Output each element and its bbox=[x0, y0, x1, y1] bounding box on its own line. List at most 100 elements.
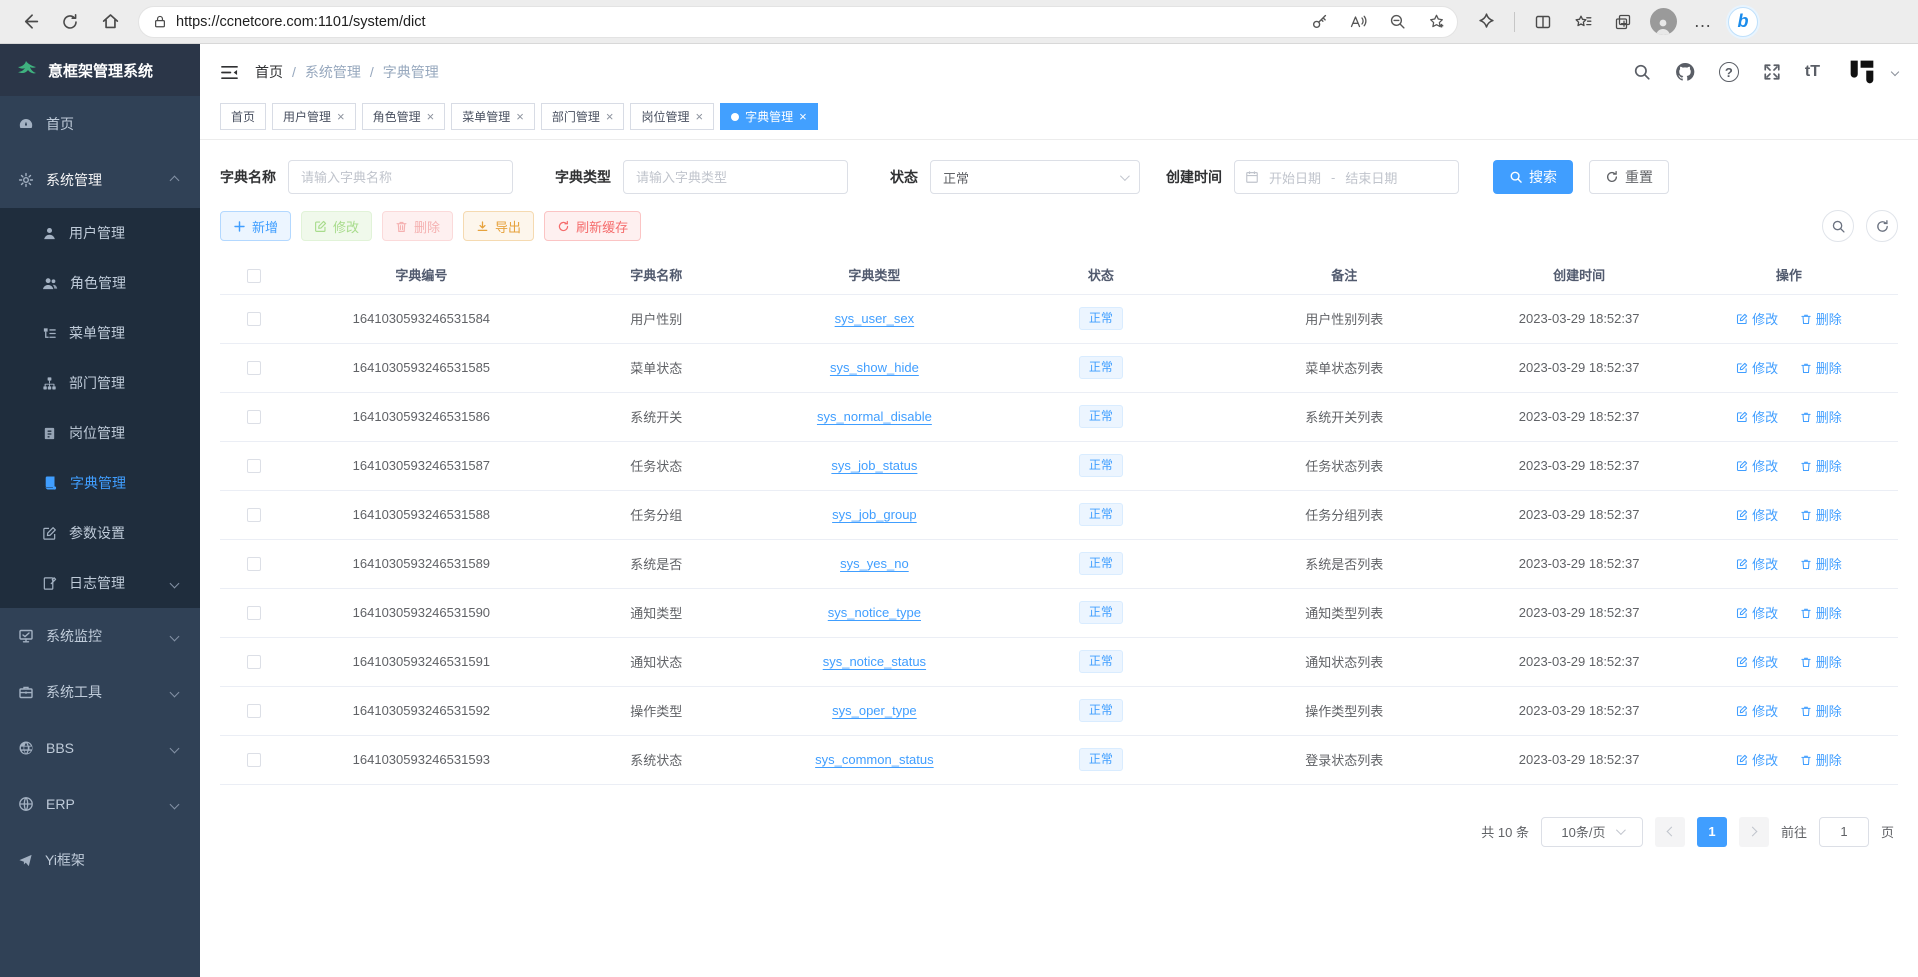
select-all-checkbox[interactable] bbox=[247, 269, 261, 283]
browser-home-button[interactable] bbox=[92, 5, 128, 39]
row-checkbox[interactable] bbox=[247, 557, 261, 571]
row-delete-button[interactable]: 删除 bbox=[1800, 603, 1842, 622]
row-edit-button[interactable]: 修改 bbox=[1736, 407, 1778, 426]
tab-role[interactable]: 角色管理 × bbox=[362, 103, 446, 130]
password-manager-button[interactable] bbox=[1304, 8, 1334, 36]
row-edit-button[interactable]: 修改 bbox=[1736, 309, 1778, 328]
dict-type-link[interactable]: sys_show_hide bbox=[830, 360, 919, 375]
row-checkbox[interactable] bbox=[247, 361, 261, 375]
row-delete-button[interactable]: 删除 bbox=[1800, 750, 1842, 769]
row-edit-button[interactable]: 修改 bbox=[1736, 603, 1778, 622]
collapse-sidebar-button[interactable] bbox=[220, 64, 239, 81]
row-delete-button[interactable]: 删除 bbox=[1800, 309, 1842, 328]
add-favorite-button[interactable] bbox=[1421, 8, 1451, 36]
header-search-button[interactable] bbox=[1633, 63, 1651, 81]
breadcrumb-home[interactable]: 首页 bbox=[255, 62, 283, 82]
tab-post[interactable]: 岗位管理 × bbox=[630, 103, 714, 130]
refresh-cache-button[interactable]: 刷新缓存 bbox=[544, 211, 641, 241]
search-button[interactable]: 搜索 bbox=[1493, 160, 1573, 194]
row-edit-button[interactable]: 修改 bbox=[1736, 456, 1778, 475]
collections-button[interactable] bbox=[1605, 5, 1641, 39]
tab-home[interactable]: 首页 bbox=[220, 103, 266, 130]
sidebar-item-tools[interactable]: 系统工具 bbox=[0, 664, 200, 720]
reset-button[interactable]: 重置 bbox=[1589, 160, 1669, 194]
current-page-button[interactable]: 1 bbox=[1697, 817, 1727, 847]
sidebar-item-log[interactable]: 日志管理 bbox=[0, 558, 200, 608]
row-edit-button[interactable]: 修改 bbox=[1736, 750, 1778, 769]
row-checkbox[interactable] bbox=[247, 753, 261, 767]
zoom-out-button[interactable] bbox=[1382, 8, 1412, 36]
breadcrumb-system[interactable]: 系统管理 bbox=[305, 62, 361, 82]
font-size-button[interactable]: tT bbox=[1805, 63, 1820, 81]
sidebar-item-role[interactable]: 角色管理 bbox=[0, 258, 200, 308]
row-checkbox[interactable] bbox=[247, 655, 261, 669]
sidebar-item-erp[interactable]: ERP bbox=[0, 776, 200, 832]
app-brand[interactable]: 意框架管理系统 bbox=[0, 44, 200, 96]
row-delete-button[interactable]: 删除 bbox=[1800, 554, 1842, 573]
dict-type-link[interactable]: sys_notice_type bbox=[828, 605, 921, 620]
sidebar-item-dict[interactable]: 字典管理 bbox=[0, 458, 200, 508]
dict-type-link[interactable]: sys_job_status bbox=[831, 458, 917, 473]
tab-user[interactable]: 用户管理 × bbox=[272, 103, 356, 130]
dict-type-link[interactable]: sys_notice_status bbox=[823, 654, 926, 669]
dict-type-input[interactable] bbox=[623, 160, 848, 194]
help-button[interactable]: ? bbox=[1719, 62, 1739, 82]
dict-type-link[interactable]: sys_oper_type bbox=[832, 703, 917, 718]
date-range-picker[interactable]: 开始日期 - 结束日期 bbox=[1234, 160, 1459, 194]
close-tab-icon[interactable]: × bbox=[516, 110, 524, 123]
dict-type-link[interactable]: sys_yes_no bbox=[840, 556, 909, 571]
row-checkbox[interactable] bbox=[247, 704, 261, 718]
sidebar-item-user[interactable]: 用户管理 bbox=[0, 208, 200, 258]
row-edit-button[interactable]: 修改 bbox=[1736, 554, 1778, 573]
sidebar-item-monitor[interactable]: 系统监控 bbox=[0, 608, 200, 664]
sidebar-item-home[interactable]: 首页 bbox=[0, 96, 200, 152]
sidebar-item-system[interactable]: 系统管理 bbox=[0, 152, 200, 208]
next-page-button[interactable] bbox=[1739, 817, 1769, 847]
fullscreen-button[interactable] bbox=[1763, 63, 1781, 81]
tab-dept[interactable]: 部门管理 × bbox=[541, 103, 625, 130]
edit-button[interactable]: 修改 bbox=[301, 211, 372, 241]
close-tab-icon[interactable]: × bbox=[337, 110, 345, 123]
browser-extensions-button[interactable] bbox=[1468, 5, 1504, 39]
user-logo[interactable] bbox=[1844, 54, 1880, 90]
row-edit-button[interactable]: 修改 bbox=[1736, 652, 1778, 671]
browser-profile-button[interactable] bbox=[1645, 5, 1681, 39]
sidebar-item-dept[interactable]: 部门管理 bbox=[0, 358, 200, 408]
read-aloud-button[interactable] bbox=[1343, 8, 1373, 36]
dict-type-link[interactable]: sys_normal_disable bbox=[817, 409, 932, 424]
tab-menu[interactable]: 菜单管理 × bbox=[451, 103, 535, 130]
dict-type-link[interactable]: sys_common_status bbox=[815, 752, 934, 767]
sidebar-item-bbs[interactable]: BBS bbox=[0, 720, 200, 776]
sidebar-item-menu[interactable]: 菜单管理 bbox=[0, 308, 200, 358]
row-delete-button[interactable]: 删除 bbox=[1800, 456, 1842, 475]
row-edit-button[interactable]: 修改 bbox=[1736, 358, 1778, 377]
row-checkbox[interactable] bbox=[247, 410, 261, 424]
dict-name-input[interactable] bbox=[288, 160, 513, 194]
sidebar-item-config[interactable]: 参数设置 bbox=[0, 508, 200, 558]
row-edit-button[interactable]: 修改 bbox=[1736, 505, 1778, 524]
browser-back-button[interactable] bbox=[12, 5, 48, 39]
refresh-table-button[interactable] bbox=[1866, 210, 1898, 242]
status-select[interactable]: 正常 bbox=[930, 160, 1140, 194]
address-bar[interactable]: https://ccnetcore.com:1101/system/dict bbox=[138, 6, 1458, 38]
split-screen-button[interactable] bbox=[1525, 5, 1561, 39]
close-tab-icon[interactable]: × bbox=[799, 110, 807, 123]
browser-settings-button[interactable]: … bbox=[1685, 5, 1721, 39]
dict-type-link[interactable]: sys_job_group bbox=[832, 507, 917, 522]
browser-refresh-button[interactable] bbox=[52, 5, 88, 39]
toggle-search-button[interactable] bbox=[1822, 210, 1854, 242]
row-edit-button[interactable]: 修改 bbox=[1736, 701, 1778, 720]
prev-page-button[interactable] bbox=[1655, 817, 1685, 847]
export-button[interactable]: 导出 bbox=[463, 211, 534, 241]
close-tab-icon[interactable]: × bbox=[695, 110, 703, 123]
row-checkbox[interactable] bbox=[247, 508, 261, 522]
row-checkbox[interactable] bbox=[247, 459, 261, 473]
goto-page-input[interactable] bbox=[1819, 817, 1869, 847]
row-delete-button[interactable]: 删除 bbox=[1800, 407, 1842, 426]
tab-dict-active[interactable]: 字典管理 × bbox=[720, 103, 818, 130]
bing-chat-button[interactable]: b bbox=[1725, 5, 1761, 39]
delete-button[interactable]: 删除 bbox=[382, 211, 453, 241]
add-button[interactable]: 新增 bbox=[220, 211, 291, 241]
dict-type-link[interactable]: sys_user_sex bbox=[835, 311, 914, 326]
sidebar-item-post[interactable]: 岗位管理 bbox=[0, 408, 200, 458]
